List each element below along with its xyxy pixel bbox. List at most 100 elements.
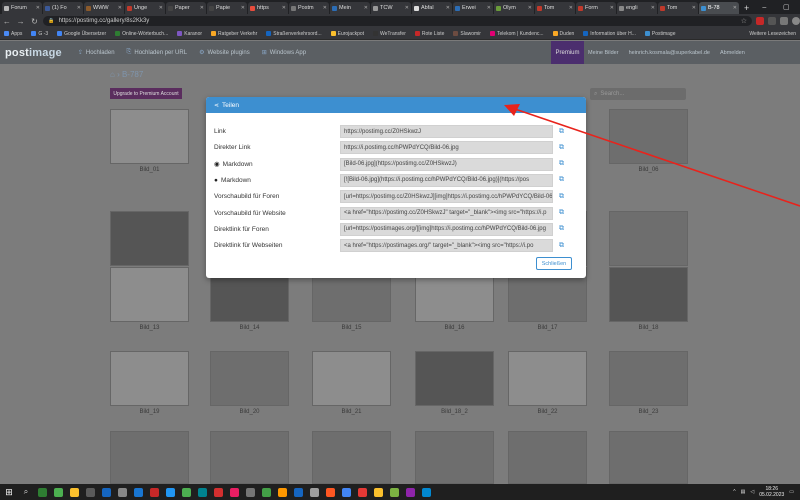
- close-tab-icon[interactable]: ✕: [405, 5, 409, 11]
- thumbnail-image[interactable]: [110, 351, 189, 406]
- my-images-link[interactable]: Meine Bilder: [588, 50, 619, 56]
- thumbnail-image[interactable]: [609, 109, 688, 164]
- bookmark-item[interactable]: Ratgeber Verkehr: [211, 31, 257, 37]
- close-tab-icon[interactable]: ✕: [569, 5, 573, 11]
- browser-tab[interactable]: Unge ✕: [125, 2, 165, 14]
- thumbnail-image[interactable]: [110, 267, 189, 322]
- search-input[interactable]: ⌕ Search...: [590, 88, 686, 100]
- gallery-thumbnail[interactable]: Bild_07: [110, 211, 189, 275]
- close-tab-icon[interactable]: ✕: [733, 5, 737, 11]
- taskbar-app-icon[interactable]: [82, 484, 98, 500]
- bookmark-item[interactable]: Apps: [4, 31, 22, 37]
- bookmark-item[interactable]: Straßenverkehrsord...: [266, 31, 322, 37]
- home-icon[interactable]: ⌂: [110, 70, 115, 79]
- site-nav-item[interactable]: ⚙ Website plugins: [199, 49, 250, 57]
- notifications-icon[interactable]: ▭: [789, 489, 794, 495]
- close-tab-icon[interactable]: ✕: [200, 5, 204, 11]
- taskbar-app-icon[interactable]: [290, 484, 306, 500]
- bookmark-item[interactable]: Rote Liste: [414, 31, 444, 37]
- close-tab-icon[interactable]: ✕: [446, 5, 450, 11]
- close-tab-icon[interactable]: ✕: [241, 5, 245, 11]
- close-tab-icon[interactable]: ✕: [282, 5, 286, 11]
- browser-tab[interactable]: Tom ✕: [658, 2, 698, 14]
- taskbar-app-icon[interactable]: [386, 484, 402, 500]
- close-tab-icon[interactable]: ✕: [364, 5, 368, 11]
- postimage-logo[interactable]: postimage: [5, 47, 62, 59]
- taskbar-app-icon[interactable]: [242, 484, 258, 500]
- gallery-thumbnail[interactable]: [508, 431, 587, 484]
- bookmark-item[interactable]: G -3: [31, 31, 48, 37]
- share-link-field[interactable]: https://i.postimg.cc/hPWPdYCQ/Bild-06.jp…: [340, 141, 553, 155]
- share-link-field[interactable]: https://postimg.cc/Z0HSkwzJ: [340, 125, 553, 138]
- browser-tab[interactable]: WWW ✕: [84, 2, 124, 14]
- taskbar-app-icon[interactable]: [34, 484, 50, 500]
- site-nav-item[interactable]: ⊞ Windows App: [262, 49, 306, 57]
- lock-icon[interactable]: 🔒: [48, 18, 54, 24]
- thumbnail-image[interactable]: [415, 431, 494, 484]
- windows-start-icon[interactable]: ⊞: [0, 487, 18, 498]
- thumbnail-image[interactable]: [312, 431, 391, 484]
- taskbar-app-icon[interactable]: [402, 484, 418, 500]
- bookmark-item[interactable]: Eurojackpot: [330, 31, 364, 37]
- copy-icon[interactable]: ⧉: [559, 225, 568, 233]
- taskbar-app-icon[interactable]: [370, 484, 386, 500]
- other-bookmarks[interactable]: Weitere Lesezeichen: [749, 31, 796, 37]
- minimize-button[interactable]: –: [753, 2, 775, 14]
- site-nav-item[interactable]: ⇪ Hochladen: [78, 49, 115, 57]
- gallery-thumbnail[interactable]: Bild_23: [609, 351, 688, 415]
- taskbar-app-icon[interactable]: [114, 484, 130, 500]
- close-tab-icon[interactable]: ✕: [323, 5, 327, 11]
- copy-icon[interactable]: ⧉: [559, 160, 568, 168]
- close-tab-icon[interactable]: ✕: [487, 5, 491, 11]
- gallery-thumbnail[interactable]: Bild_18_2: [415, 351, 494, 415]
- user-email-link[interactable]: heinrich.kosmala@superkabel.de: [629, 50, 710, 56]
- close-tab-icon[interactable]: ✕: [610, 5, 614, 11]
- bookmark-item[interactable]: Postimage: [644, 31, 675, 37]
- bookmark-item[interactable]: Google Übersetzer: [57, 31, 106, 37]
- breadcrumb-gallery[interactable]: B-787: [122, 70, 143, 79]
- thumbnail-image[interactable]: [508, 431, 587, 484]
- browser-tab[interactable]: Erwei ✕: [453, 2, 493, 14]
- address-bar[interactable]: 🔒 https://postimg.cc/gallery/8s2Kk3y ☆: [43, 16, 753, 26]
- maximize-button[interactable]: ▢: [775, 2, 797, 14]
- thumbnail-image[interactable]: [609, 211, 688, 266]
- share-link-field[interactable]: [url=https://postimg.cc/Z0HSkwzJ][img]ht…: [340, 190, 553, 204]
- share-link-field[interactable]: <a href="https://postimages.org/" target…: [340, 239, 553, 253]
- taskbar-app-icon[interactable]: [162, 484, 178, 500]
- forward-icon[interactable]: →: [14, 17, 28, 26]
- bookmark-item[interactable]: Duden: [552, 31, 574, 37]
- copy-icon[interactable]: ⧉: [559, 176, 568, 184]
- copy-icon[interactable]: ⧉: [559, 144, 568, 152]
- logout-link[interactable]: Abmelden: [720, 50, 745, 56]
- browser-tab[interactable]: Form ✕: [576, 2, 616, 14]
- taskbar-app-icon[interactable]: [354, 484, 370, 500]
- close-tab-icon[interactable]: ✕: [159, 5, 163, 11]
- thumbnail-image[interactable]: [508, 351, 587, 406]
- taskbar-app-icon[interactable]: [98, 484, 114, 500]
- taskbar-app-icon[interactable]: [258, 484, 274, 500]
- taskbar-app-icon[interactable]: [194, 484, 210, 500]
- share-link-field[interactable]: [Bild-06.jpg](https://postimg.cc/Z0HSkwz…: [340, 157, 553, 171]
- browser-tab[interactable]: Forum ✕: [2, 2, 42, 14]
- taskbar-app-icon[interactable]: [146, 484, 162, 500]
- browser-tab[interactable]: TCW ✕: [371, 2, 411, 14]
- gallery-thumbnail[interactable]: Bild_01: [110, 109, 189, 173]
- new-tab-button[interactable]: +: [740, 2, 753, 14]
- taskbar-app-icon[interactable]: [418, 484, 434, 500]
- extension-icon[interactable]: [756, 17, 765, 25]
- taskbar-app-icon[interactable]: [130, 484, 146, 500]
- gallery-thumbnail[interactable]: [415, 431, 494, 484]
- browser-tab[interactable]: Olym ✕: [494, 2, 534, 14]
- puzzle-icon[interactable]: [780, 17, 789, 25]
- thumbnail-image[interactable]: [110, 211, 189, 266]
- reload-icon[interactable]: ↻: [28, 17, 42, 26]
- thumbnail-image[interactable]: [110, 109, 189, 164]
- browser-tab[interactable]: Paper ✕: [166, 2, 206, 14]
- gallery-thumbnail[interactable]: [609, 431, 688, 484]
- taskbar-app-icon[interactable]: [226, 484, 242, 500]
- bookmark-item[interactable]: Telekom | Kundenc...: [489, 31, 544, 37]
- bookmark-item[interactable]: Slawomir: [453, 31, 481, 37]
- bookmark-item[interactable]: Karanor: [177, 31, 202, 37]
- close-button[interactable]: Schließen: [536, 257, 572, 270]
- copy-icon[interactable]: ⧉: [559, 193, 568, 201]
